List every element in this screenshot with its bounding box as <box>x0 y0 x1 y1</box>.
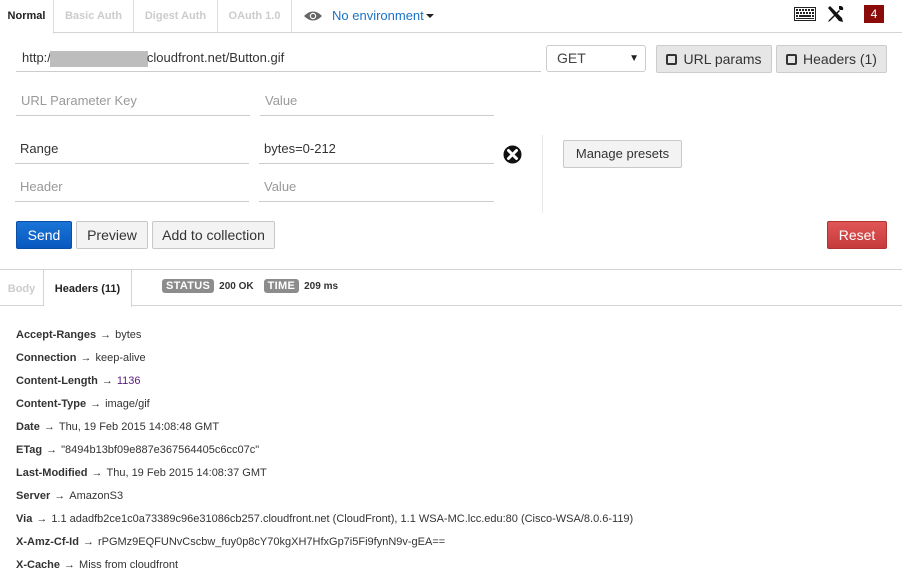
tab-oauth[interactable]: OAuth 1.0 <box>218 0 292 33</box>
header-row: Last-Modified → Thu, 19 Feb 2015 14:08:37 … <box>16 467 633 490</box>
url-param-key-input[interactable]: URL Parameter Key <box>16 88 250 116</box>
url-params-label: URL params <box>683 51 762 67</box>
header-value: keep-alive <box>95 352 146 364</box>
header-key: Last-Modified <box>16 467 88 479</box>
top-toolbar: 4 <box>794 5 884 23</box>
arrow-icon: → <box>90 398 102 410</box>
tab-digest-auth[interactable]: Digest Auth <box>134 0 218 33</box>
preview-button[interactable]: Preview <box>76 221 148 249</box>
reset-button[interactable]: Reset <box>827 221 887 249</box>
new-header-key-input[interactable]: Header <box>15 174 249 202</box>
header-row: Content-Length → 1136 <box>16 375 633 398</box>
arrow-icon: → <box>80 352 92 364</box>
header-row: Server → AmazonS3 <box>16 490 633 513</box>
url-params-button[interactable]: URL params <box>656 45 772 73</box>
header-key: Server <box>16 490 51 502</box>
arrow-icon: → <box>43 421 55 433</box>
chevron-down-icon <box>425 14 434 18</box>
time-badge: TIME <box>263 279 300 293</box>
environment-label: No environment <box>332 8 424 23</box>
header-row: X-Cache → Miss from cloudfront <box>16 559 633 575</box>
header-row: Via → 1.1 adadfb2ce1c0a73389c96e31086cb257… <box>16 513 633 536</box>
header-value: rPGMz9EQFUNvCscbw_fuy0p8cY70kgXH7HfxGp7i… <box>97 536 446 548</box>
status-badge: STATUS <box>162 279 215 293</box>
header-key: Connection <box>16 352 77 364</box>
send-button[interactable]: Send <box>16 221 72 249</box>
header-key: Via <box>16 513 33 525</box>
url-input[interactable]: http:/ cloudfront.net/Button.gif <box>16 46 541 72</box>
arrow-icon: → <box>91 467 103 479</box>
header-value: Thu, 19 Feb 2015 14:08:37 GMT <box>106 467 267 479</box>
url-param-value-input[interactable]: Value <box>260 88 494 116</box>
header-key: Content-Type <box>16 398 87 410</box>
new-header-value-input[interactable]: Value <box>259 174 494 202</box>
header-row: Date → Thu, 19 Feb 2015 14:08:48 GMT <box>16 421 633 444</box>
header-key: X-Amz-Cf-Id <box>16 536 79 548</box>
tab-headers[interactable]: Headers (11) <box>44 270 132 307</box>
headers-button[interactable]: Headers (1) <box>776 45 887 73</box>
manage-presets-button[interactable]: Manage presets <box>563 140 682 168</box>
tab-basic-auth[interactable]: Basic Auth <box>54 0 134 33</box>
header-key: Accept-Ranges <box>16 329 97 341</box>
eye-icon <box>304 11 322 21</box>
header-value: image/gif <box>105 398 150 410</box>
url-suffix: cloudfront.net/Button.gif <box>146 50 285 65</box>
response-status: STATUS 200 OK TIME 209 ms <box>162 279 338 293</box>
header-row: ETag → "8494b13bf09e887e367564405c6cc07c" <box>16 444 633 467</box>
header-value: 1.1 adadfb2ce1c0a73389c96e31086cb257.clo… <box>51 513 634 525</box>
edit-icon <box>786 54 798 65</box>
auth-tabs: Normal Basic Auth Digest Auth OAuth 1.0 <box>0 0 902 34</box>
url-prefix: http:/ <box>22 50 51 65</box>
tab-normal[interactable]: Normal <box>0 0 54 34</box>
header-key: ETag <box>16 444 43 456</box>
arrow-icon: → <box>54 490 66 502</box>
divider <box>542 135 543 213</box>
response-tabs: Body Headers (11) STATUS 200 OK TIME 209… <box>0 269 902 307</box>
remove-header-icon[interactable] <box>503 145 522 164</box>
edit-icon <box>666 54 678 65</box>
header-key: X-Cache <box>16 559 61 571</box>
arrow-icon: → <box>101 375 113 387</box>
time-value: 209 ms <box>304 280 339 292</box>
tab-body[interactable]: Body <box>0 270 44 306</box>
header-value: Miss from cloudfront <box>79 559 179 571</box>
header-value: AmazonS3 <box>69 490 124 502</box>
header-key: Date <box>16 421 40 433</box>
arrow-icon: → <box>36 513 48 525</box>
header-value: "8494b13bf09e887e367564405c6cc07c" <box>61 444 260 456</box>
headers-label: Headers (1) <box>803 51 877 67</box>
header-row: X-Amz-Cf-Id → rPGMz9EQFUNvCscbw_fuy0p8cY70… <box>16 536 633 559</box>
arrow-icon: → <box>64 559 76 571</box>
method-select[interactable]: GET ▼ <box>546 45 646 72</box>
arrow-icon: → <box>46 444 58 456</box>
redacted-region <box>49 50 148 67</box>
header-key-input[interactable]: Range <box>15 136 249 164</box>
header-row: Connection → keep-alive <box>16 352 633 375</box>
header-row: Accept-Ranges → bytes <box>16 329 633 352</box>
header-value-input[interactable]: bytes=0-212 <box>259 136 494 164</box>
header-key: Content-Length <box>16 375 98 387</box>
notification-badge[interactable]: 4 <box>864 5 884 23</box>
add-to-collection-button[interactable]: Add to collection <box>152 221 275 249</box>
dropdown-arrow-icon: ▼ <box>629 53 639 64</box>
response-headers-list: Accept-Ranges → bytes Connection → keep-aliv… <box>16 329 633 575</box>
method-value: GET <box>557 50 586 66</box>
header-value: Thu, 19 Feb 2015 14:08:48 GMT <box>58 421 220 433</box>
keyboard-icon[interactable] <box>794 7 816 21</box>
header-value: 1136 <box>116 375 141 387</box>
arrow-icon: → <box>100 329 112 341</box>
wrench-screwdriver-icon[interactable] <box>826 5 844 23</box>
header-row: Content-Type → image/gif <box>16 398 633 421</box>
environment-selector[interactable]: No environment <box>303 0 434 32</box>
header-value: bytes <box>115 329 142 341</box>
status-value: 200 OK <box>219 280 254 292</box>
arrow-icon: → <box>82 536 94 548</box>
